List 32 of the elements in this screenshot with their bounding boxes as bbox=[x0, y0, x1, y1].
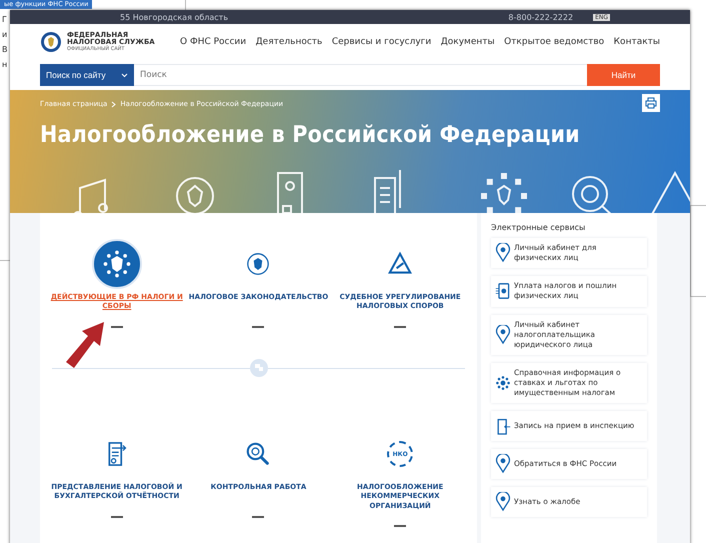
map-pin-icon bbox=[495, 243, 511, 264]
dash-line bbox=[252, 516, 264, 518]
dash-line bbox=[110, 326, 123, 328]
nav-link[interactable]: Открытое ведомство bbox=[504, 37, 604, 47]
text-fragment: н bbox=[2, 60, 8, 69]
payment-terminal-icon bbox=[495, 281, 511, 302]
text-fragment: В bbox=[2, 45, 8, 54]
emblem-logo-icon bbox=[40, 31, 62, 53]
nav-link[interactable]: О ФНС России bbox=[180, 37, 246, 47]
dash-line bbox=[394, 326, 406, 328]
search-field[interactable]: Поиск bbox=[134, 64, 587, 86]
text-fragment: и bbox=[2, 30, 8, 39]
text-fragment: Г bbox=[2, 15, 7, 24]
nav-link[interactable]: Сервисы и госуслуги bbox=[332, 37, 432, 47]
print-button[interactable] bbox=[642, 94, 660, 112]
nav-link[interactable]: Контакты bbox=[614, 37, 660, 47]
dash-line bbox=[110, 516, 123, 518]
page-title: Налогообложение в Российской Федерации bbox=[40, 122, 581, 148]
nav-link[interactable]: Деятельность bbox=[256, 37, 322, 47]
search-scope-dropdown[interactable]: Поиск по сайту bbox=[40, 64, 134, 86]
dash-line bbox=[394, 525, 406, 527]
door-icon bbox=[495, 416, 511, 436]
map-pin-icon bbox=[495, 324, 511, 345]
phone-number: 8-800-222-2222 bbox=[508, 12, 574, 22]
chevron-icon bbox=[111, 100, 116, 108]
dash-line bbox=[252, 326, 264, 328]
region-link[interactable]: 55 Новгородская область bbox=[120, 12, 228, 22]
chevron-down-icon bbox=[121, 72, 128, 78]
section-title: Электронные сервисы bbox=[491, 223, 586, 232]
map-pin-icon bbox=[495, 492, 511, 512]
nav-link[interactable]: Документы bbox=[440, 37, 495, 47]
map-pin-icon bbox=[495, 454, 511, 474]
